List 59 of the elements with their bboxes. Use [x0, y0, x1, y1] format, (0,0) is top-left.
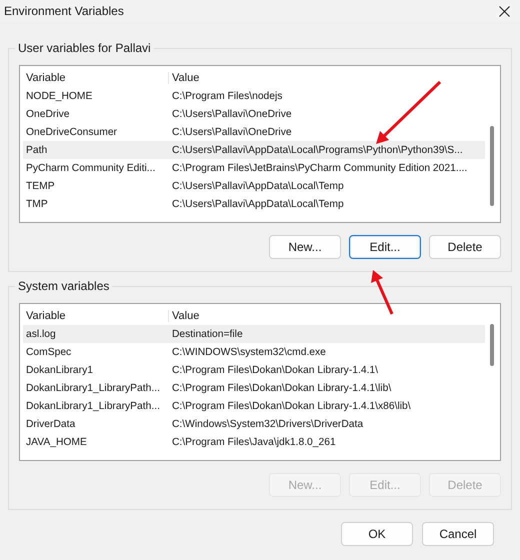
variable-value: C:\Program Files\Dokan\Dokan Library-1.4.1\lib\ — [171, 382, 392, 394]
variable-value: C:\Program Files\Java\jdk1.8.0_261 — [171, 436, 337, 448]
variable-name: TEMP — [25, 180, 56, 192]
variable-name: DriverData — [25, 418, 76, 430]
variable-name: OneDriveConsumer — [25, 126, 118, 138]
variable-row[interactable]: DokanLibrary1 C:\Program Files\Dokan\Dokan Library-1.4.1\ — [23, 361, 485, 379]
variable-name: JAVA_HOME — [25, 436, 88, 448]
column-header[interactable]: Value — [169, 72, 485, 84]
variable-row[interactable]: TMP C:\Users\Pallavi\AppData\Local\Temp — [23, 195, 485, 213]
variable-value: C:\WINDOWS\system32\cmd.exe — [171, 346, 327, 358]
variable-value: C:\Windows\System32\Drivers\DriverData — [171, 418, 364, 430]
variable-row[interactable]: asl.log Destination=file — [23, 325, 485, 343]
variable-name: NODE_HOME — [25, 90, 94, 102]
variable-value: C:\Users\Pallavi\AppData\Local\Programs\Python\Python39\S... — [171, 144, 464, 156]
variable-row[interactable]: OneDriveConsumer C:\Users\Pallavi\OneDrive — [23, 123, 485, 141]
variable-row[interactable]: Path C:\Users\Pallavi\AppData\Local\Programs\Python\Python39\S... — [23, 141, 485, 159]
action-button[interactable]: Edit... — [349, 235, 421, 259]
scrollbar-thumb[interactable] — [490, 324, 494, 366]
variable-row[interactable]: DokanLibrary1_LibraryPath... C:\Program Files\Dokan\Dokan Library-1.4.1\x86\lib\ — [23, 397, 485, 415]
variable-name: DokanLibrary1 — [25, 364, 94, 376]
group-title: System variables — [15, 279, 112, 293]
column-header[interactable]: Variable — [23, 310, 169, 322]
variable-name: asl.log — [25, 328, 57, 340]
variable-row[interactable]: DriverData C:\Windows\System32\Drivers\DriverData — [23, 415, 485, 433]
arrow — [371, 270, 394, 315]
column-header[interactable]: Variable — [23, 72, 169, 84]
window-title: Environment Variables — [4, 4, 124, 18]
variable-value: C:\Users\Pallavi\AppData\Local\Temp — [171, 198, 345, 210]
variable-value: C:\Program Files\Dokan\Dokan Library-1.4.1\x86\lib\ — [171, 400, 412, 412]
variable-name: OneDrive — [25, 108, 70, 120]
variable-value: Destination=file — [171, 328, 244, 340]
variable-row[interactable]: ComSpec C:\WINDOWS\system32\cmd.exe — [23, 343, 485, 361]
variable-name: DokanLibrary1_LibraryPath... — [25, 382, 161, 394]
variable-value: C:\Program Files\nodejs — [171, 90, 284, 102]
arrow — [376, 80, 442, 144]
variable-name: TMP — [25, 198, 49, 210]
variable-row[interactable]: PyCharm Community Editi... C:\Program Files\JetBrains\PyCharm Community Edition 2021.... — [23, 159, 485, 177]
variable-name: DokanLibrary1_LibraryPath... — [25, 400, 161, 412]
dialog-button[interactable]: OK — [341, 522, 413, 546]
variable-name: ComSpec — [25, 346, 72, 358]
variable-name: Path — [25, 144, 48, 156]
column-header[interactable]: Value — [169, 310, 485, 322]
scrollbar-thumb[interactable] — [490, 126, 494, 206]
dialog-button[interactable]: Cancel — [422, 522, 494, 546]
variable-value: C:\Users\Pallavi\OneDrive — [171, 108, 293, 120]
group-title: User variables for Pallavi — [15, 41, 154, 55]
action-button[interactable]: Delete — [429, 235, 501, 259]
variable-name: PyCharm Community Editi... — [25, 162, 156, 174]
variable-value: C:\Users\Pallavi\OneDrive — [171, 126, 293, 138]
variable-value: C:\Program Files\JetBrains\PyCharm Community Edition 2021.... — [171, 162, 468, 174]
variable-value: C:\Program Files\Dokan\Dokan Library-1.4.1\ — [171, 364, 380, 376]
variable-row[interactable]: DokanLibrary1_LibraryPath... C:\Program Files\Dokan\Dokan Library-1.4.1\lib\ — [23, 379, 485, 397]
close-icon[interactable] — [499, 6, 510, 16]
variable-row[interactable]: OneDrive C:\Users\Pallavi\OneDrive — [23, 105, 485, 123]
variable-value: C:\Users\Pallavi\AppData\Local\Temp — [171, 180, 345, 192]
variable-row[interactable]: JAVA_HOME C:\Program Files\Java\jdk1.8.0_261 — [23, 433, 485, 451]
variable-row[interactable]: NODE_HOME C:\Program Files\nodejs — [23, 87, 485, 105]
action-button[interactable]: New... — [269, 235, 341, 259]
variable-row[interactable]: TEMP C:\Users\Pallavi\AppData\Local\Temp — [23, 177, 485, 195]
